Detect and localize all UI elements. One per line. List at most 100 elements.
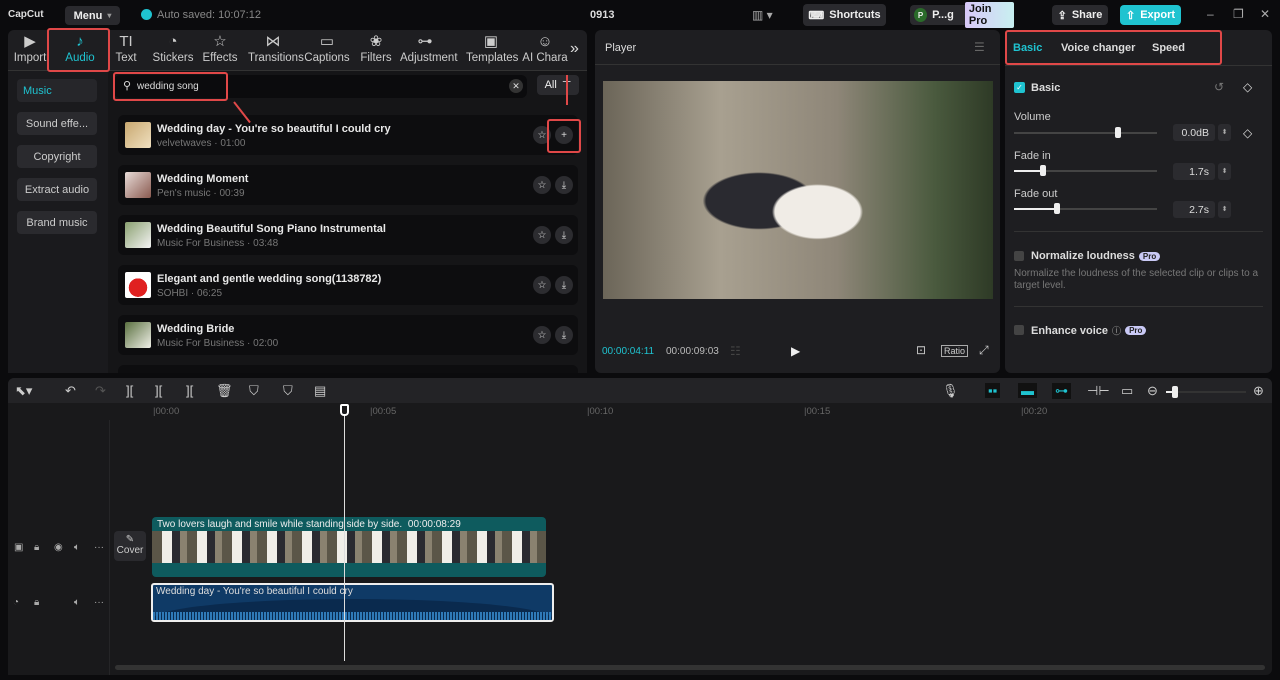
ratio-button[interactable]: Ratio [941, 345, 969, 357]
caption-edit-icon[interactable]: ▤ [314, 383, 326, 399]
fade-in-value[interactable]: 1.7s [1173, 163, 1215, 180]
sidebar-item[interactable]: Brand music [17, 211, 97, 234]
menu-icon[interactable]: ☰ [974, 40, 985, 54]
undo-icon[interactable]: ↶ [65, 383, 76, 399]
video-thumbnails [152, 531, 546, 563]
preview-axis-icon[interactable]: ⊶ [1052, 383, 1071, 399]
volume-value[interactable]: 0.0dB [1173, 124, 1215, 141]
adjust-icon: ⊶ [417, 33, 433, 50]
audio-clip[interactable]: Wedding day - You're so beautiful I coul… [151, 583, 554, 622]
download-icon[interactable]: ⤓ [555, 276, 573, 294]
song-meta: SOHBI · 06:25 [157, 288, 223, 299]
download-icon[interactable]: ⤓ [555, 226, 573, 244]
favorite-star-icon[interactable]: ☆ [533, 326, 551, 344]
basic-checkbox[interactable]: ✓ [1014, 82, 1025, 93]
tab-templates[interactable]: ▣ Templates [466, 32, 518, 64]
keyframe-icon[interactable]: ◇ [1243, 126, 1252, 140]
fade-out-slider[interactable] [1014, 203, 1157, 214]
tab-filters[interactable]: ❀ Filters [351, 32, 401, 64]
zoom-out-icon[interactable]: ⊖ [1147, 383, 1158, 399]
list-item[interactable]: Wedding day - You're so beautiful I coul… [118, 115, 578, 155]
video-clip[interactable]: Two lovers laugh and smile while standin… [152, 517, 546, 577]
list-item[interactable]: Wedding Moment Pen's music · 00:39 ☆ ⤓ [118, 165, 578, 205]
minimize-icon[interactable]: – [1207, 7, 1214, 21]
list-item[interactable]: Wedding Beautiful Song Piano Instrumenta… [118, 215, 578, 255]
tab-stickers[interactable]: ◔ Stickers [148, 32, 198, 64]
split-icon[interactable]: ][ [126, 383, 133, 398]
menu-button[interactable]: Menu ▾ [65, 6, 120, 25]
download-icon[interactable]: ⤓ [555, 176, 573, 194]
linkage-icon[interactable]: ▬ [1018, 383, 1037, 398]
sidebar-item[interactable]: Copyright [17, 145, 97, 168]
help-icon[interactable]: ⓘ [1112, 324, 1121, 337]
divider [595, 64, 1000, 65]
marker-icon[interactable]: ⛉ [283, 383, 293, 399]
fade-out-stepper[interactable]: ⬍ [1218, 201, 1231, 218]
lock-icon[interactable]: 🔒︎ [34, 542, 39, 553]
close-icon[interactable]: ✕ [1260, 7, 1270, 21]
join-pro-button[interactable]: Join Pro [964, 2, 1014, 28]
list-item[interactable] [118, 365, 578, 373]
volume-slider[interactable] [1014, 127, 1157, 138]
split-right-icon[interactable]: ][ [186, 383, 193, 398]
tab-captions[interactable]: ▭ Captions [302, 32, 352, 64]
favorite-star-icon[interactable]: ☆ [533, 226, 551, 244]
normalize-checkbox[interactable] [1014, 251, 1024, 261]
delete-icon[interactable]: 🗑 [216, 383, 233, 399]
align-icon[interactable]: ⊣⊢ [1087, 383, 1110, 399]
shortcuts-button[interactable]: ⌨ Shortcuts [803, 4, 886, 26]
annotation-box [113, 72, 228, 101]
select-tool-icon[interactable]: ⬉▾ [15, 383, 32, 399]
speaker-icon[interactable]: 🔈︎ [74, 597, 80, 608]
fullscreen-icon[interactable]: ⤢ [979, 343, 989, 358]
favorite-star-icon[interactable]: ☆ [533, 176, 551, 194]
zoom-to-fit-icon[interactable]: ▭ [1121, 383, 1133, 399]
zoom-slider[interactable] [1166, 386, 1246, 398]
download-icon[interactable]: ⤓ [555, 326, 573, 344]
list-item[interactable]: Elegant and gentle wedding song(1138782)… [118, 265, 578, 305]
user-account[interactable]: P P...g Join Pro [910, 2, 1014, 28]
tab-transitions[interactable]: ⋈ Transitions [248, 32, 304, 64]
layout-icon[interactable]: ▥ ▾ [752, 8, 773, 22]
fade-out-value[interactable]: 2.7s [1173, 201, 1215, 218]
share-button[interactable]: ⇪ Share [1052, 5, 1108, 25]
more-tabs-icon[interactable]: » [570, 40, 579, 58]
fade-out-label: Fade out [1014, 188, 1058, 200]
filter-button[interactable]: All⊤ [537, 75, 579, 95]
timeline-view-icon[interactable]: ☷ [730, 344, 741, 358]
keyframe-icon[interactable]: ◇ [1243, 80, 1252, 94]
tab-adjustment[interactable]: ⊶ Adjustment [400, 32, 458, 64]
sidebar-item[interactable]: Sound effe... [17, 112, 97, 135]
playhead[interactable] [339, 404, 349, 661]
magnet-icon[interactable]: ▪▪ [985, 383, 1001, 398]
speaker-icon[interactable]: 🔈︎ [74, 542, 80, 553]
more-icon[interactable]: ··· [94, 542, 104, 553]
sidebar-item[interactable]: Music [17, 79, 97, 102]
reset-icon[interactable]: ↺ [1214, 80, 1224, 94]
fade-in-stepper[interactable]: ⬍ [1218, 163, 1231, 180]
split-left-icon[interactable]: ][ [155, 383, 162, 398]
horizontal-scrollbar[interactable] [115, 665, 1265, 670]
eye-icon[interactable]: ◉ [54, 542, 63, 553]
export-button[interactable]: ⇧ Export [1120, 5, 1181, 25]
sidebar-item[interactable]: Extract audio [17, 178, 97, 201]
restore-icon[interactable]: ❐ [1233, 7, 1244, 21]
zoom-in-icon[interactable]: ⊕ [1253, 383, 1264, 399]
list-item[interactable]: Wedding Bride Music For Business · 02:00 ☆… [118, 315, 578, 355]
favorite-star-icon[interactable]: ☆ [533, 276, 551, 294]
more-icon[interactable]: ··· [94, 597, 104, 608]
clear-search-icon[interactable]: ✕ [509, 79, 523, 93]
cover-button[interactable]: ✎ Cover [114, 531, 146, 561]
zoom-fit-icon[interactable]: ⊡ [916, 343, 926, 357]
lock-icon[interactable]: 🔒︎ [34, 597, 39, 608]
enhance-voice-checkbox[interactable] [1014, 325, 1024, 335]
tab-label: Text [115, 52, 137, 64]
redo-icon[interactable]: ↷ [95, 383, 106, 399]
play-button[interactable]: ▶ [791, 344, 800, 358]
tab-ai-chara[interactable]: ☺ AI Chara [520, 32, 570, 64]
microphone-icon[interactable]: 🎙 [942, 383, 959, 399]
mark-icon[interactable]: ⛉ [249, 383, 259, 399]
volume-stepper[interactable]: ⬍ [1218, 124, 1231, 141]
tab-effects[interactable]: ☆ Effects [195, 32, 245, 64]
fade-in-slider[interactable] [1014, 165, 1157, 176]
